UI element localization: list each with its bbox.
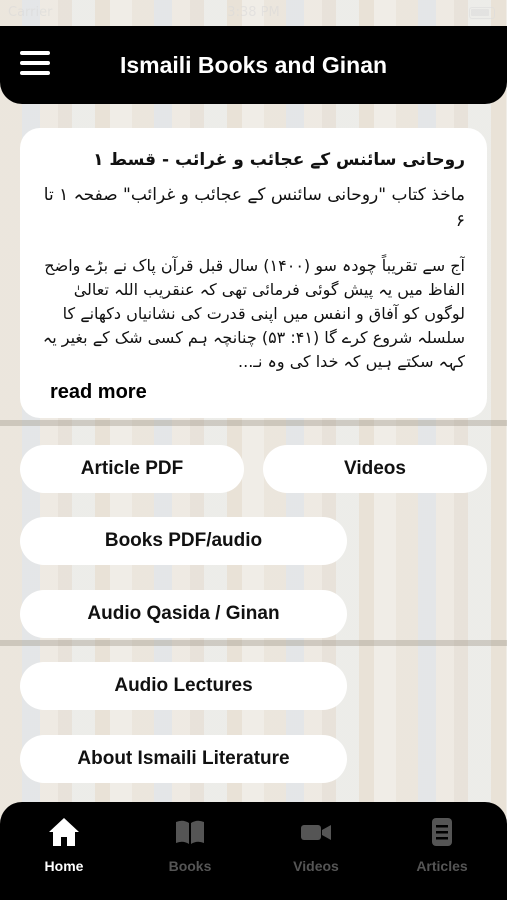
app-title: Ismaili Books and Ginan xyxy=(119,51,388,78)
article-title: روحانی سائنس کے عجائب و غرائب - قسط ۱ xyxy=(93,150,465,170)
audio-qasida-ginan-button[interactable]: Audio Qasida / Ginan xyxy=(20,590,347,638)
app-header: Ismaili Books and Ginan xyxy=(0,26,507,104)
books-pdf-audio-button[interactable]: Books PDF/audio xyxy=(20,517,347,565)
videos-button[interactable]: Videos xyxy=(263,445,487,493)
audio-lectures-button[interactable]: Audio Lectures xyxy=(20,662,347,710)
tab-videos-label: Videos xyxy=(293,858,339,874)
status-bar: Carrier 3:38 PM xyxy=(0,0,507,26)
read-more-link[interactable]: read more xyxy=(50,381,147,404)
article-pdf-button[interactable]: Article PDF xyxy=(20,445,244,493)
tab-videos[interactable]: Videos xyxy=(253,816,379,886)
hamburger-menu-icon[interactable] xyxy=(20,51,50,75)
document-icon xyxy=(432,818,452,846)
about-ismaili-literature-button[interactable]: About Ismaili Literature xyxy=(20,735,347,783)
article-excerpt: آج سے تقریباً چودہ سو (۱۴۰۰) سال قبل قرآ… xyxy=(42,256,465,371)
tab-books-label: Books xyxy=(168,858,212,874)
tab-articles[interactable]: Articles xyxy=(379,816,505,886)
article-source: ماخذ کتاب "روحانی سائنس کے عجائب و غرائب… xyxy=(43,185,465,231)
tab-home[interactable]: Home xyxy=(1,816,127,886)
tab-home-label: Home xyxy=(44,858,84,874)
home-icon xyxy=(49,818,79,846)
bottom-tab-bar: Home Books Videos Articles xyxy=(0,802,507,900)
battery-icon xyxy=(469,7,495,19)
video-camera-icon xyxy=(301,825,331,840)
book-icon xyxy=(176,820,204,844)
status-time: 3:38 PM xyxy=(227,5,280,20)
shelf-divider xyxy=(0,640,507,646)
shelf-divider xyxy=(0,420,507,426)
tab-books[interactable]: Books xyxy=(127,816,253,886)
tab-articles-label: Articles xyxy=(416,858,468,874)
featured-article-card[interactable]: روحانی سائنس کے عجائب و غرائب - قسط ۱ ما… xyxy=(20,128,487,418)
